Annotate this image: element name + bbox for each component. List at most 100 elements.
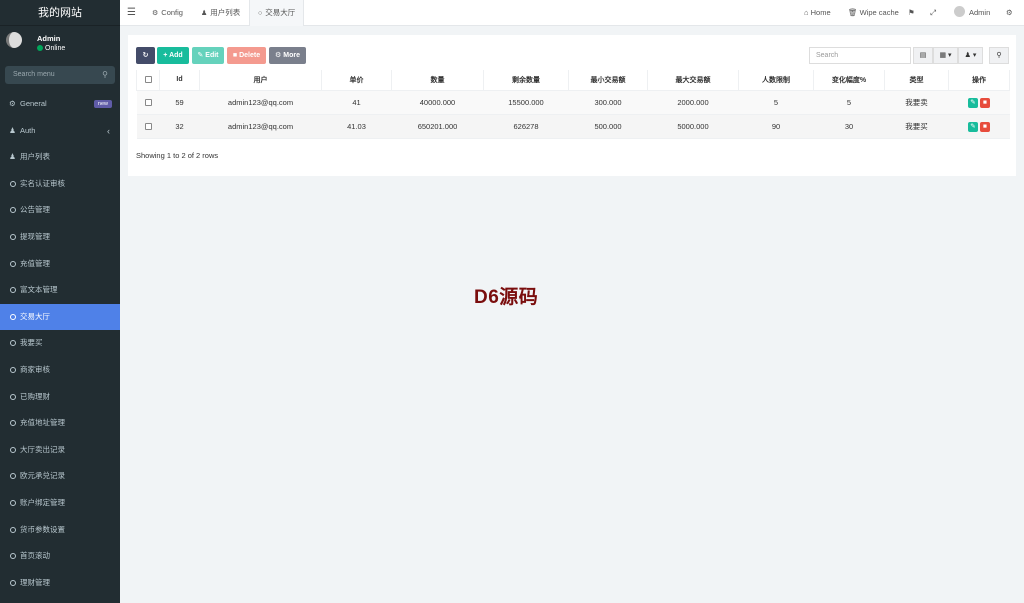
- toggle-view-button[interactable]: ▤: [913, 47, 933, 64]
- table-row[interactable]: 59 admin123@qq.com 41 40000.000 15500.00…: [136, 90, 1010, 115]
- sidebar-item-trade-hall[interactable]: 交易大厅: [0, 303, 120, 331]
- column-header-user[interactable]: 用户: [199, 70, 322, 91]
- sidebar-item-buy[interactable]: 我要买: [0, 330, 120, 357]
- menu-search-input[interactable]: Search menu ⚲: [5, 66, 115, 84]
- circle-icon: [9, 233, 16, 240]
- sidebar-item-label: 提现管理: [20, 231, 50, 241]
- menu-toggle-icon[interactable]: ☰: [127, 0, 136, 26]
- sidebar-item-finance-manage[interactable]: 理财管理: [0, 570, 120, 597]
- gear-icon: ⚙: [275, 52, 282, 59]
- delete-label: Delete: [239, 52, 261, 59]
- sidebar-item-purchased-finance[interactable]: 已购理财: [0, 384, 120, 411]
- top-navbar: ☰ ⚙ Config ♟ 用户列表 ○ 交易大厅 ⌂ Home 🗑 Wipe cach…: [120, 0, 1024, 26]
- cogs-icon: ⚙: [9, 99, 16, 108]
- column-header-people-limit[interactable]: 人数限制: [738, 70, 814, 91]
- column-header-quantity[interactable]: 数量: [391, 70, 484, 91]
- sidebar-item-richtext[interactable]: 富文本管理: [0, 277, 120, 304]
- trash-icon: 🗑: [848, 8, 858, 17]
- column-header-min-amount[interactable]: 最小交易额: [568, 70, 648, 91]
- watermark: D6源码: [474, 287, 539, 308]
- row-checkbox[interactable]: [144, 99, 152, 107]
- sidebar-item-hall-sell-records[interactable]: 大厅卖出记录: [0, 437, 120, 464]
- more-label: More: [283, 52, 300, 59]
- wipe-cache-button[interactable]: 🗑 Wipe cache: [848, 0, 899, 26]
- avatar: [6, 32, 22, 48]
- language-icon[interactable]: ⚑: [908, 0, 915, 26]
- circle-icon: [9, 446, 16, 453]
- user-status: Online: [37, 45, 65, 52]
- row-checkbox[interactable]: [144, 123, 152, 131]
- sidebar-item-verify[interactable]: 实名认证审核: [0, 171, 120, 198]
- trash-icon: ■: [232, 52, 238, 59]
- sidebar-item-general[interactable]: ⚙ General new: [0, 91, 120, 118]
- circle-icon: [9, 553, 16, 560]
- search-icon: ⚲: [102, 70, 108, 79]
- tab-user-list[interactable]: ♟ 用户列表: [193, 0, 248, 26]
- sidebar-item-label: 已购理财: [20, 391, 50, 401]
- row-delete-button[interactable]: ■: [980, 97, 990, 108]
- columns-dropdown[interactable]: ▦ ▾: [933, 47, 958, 64]
- row-edit-button[interactable]: ✎: [968, 121, 978, 132]
- sidebar-item-auth[interactable]: ♟ Auth ‹: [0, 118, 120, 145]
- user-panel: Admin Online: [0, 26, 120, 64]
- sidebar-item-notice[interactable]: 公告管理: [0, 197, 120, 224]
- cell-type[interactable]: 我要买: [884, 114, 949, 139]
- refresh-button[interactable]: ↻: [136, 47, 155, 64]
- advanced-search-button[interactable]: ⚲: [989, 47, 1009, 64]
- cell-max-amount: 5000.000: [647, 114, 739, 139]
- row-edit-button[interactable]: ✎: [968, 97, 978, 108]
- tab-config[interactable]: ⚙ Config: [144, 0, 191, 26]
- pagination-info: Showing 1 to 2 of 2 rows: [136, 151, 219, 160]
- sidebar-item-label: 充值地址管理: [20, 418, 65, 428]
- column-header-remaining[interactable]: 剩余数量: [483, 70, 569, 91]
- sidebar-item-label: 交易大厅: [20, 311, 50, 321]
- row-delete-button[interactable]: ■: [980, 121, 990, 132]
- user-icon: ♟: [964, 52, 971, 59]
- cell-type[interactable]: 我要卖: [884, 90, 949, 115]
- circle-icon: [9, 313, 16, 320]
- more-button[interactable]: ⚙ More: [269, 47, 306, 64]
- users-icon: ♟: [9, 125, 16, 135]
- sidebar-item-withdraw[interactable]: 提现管理: [0, 224, 120, 251]
- cell-min-amount: 300.000: [568, 90, 648, 115]
- column-header-type[interactable]: 类型: [884, 70, 949, 91]
- column-header-max-amount[interactable]: 最大交易额: [647, 70, 739, 91]
- sidebar-item-label: Auth: [20, 125, 36, 135]
- cogs-icon[interactable]: ⚙: [1006, 0, 1013, 26]
- export-dropdown[interactable]: ♟ ▾: [958, 47, 983, 64]
- table-row[interactable]: 32 admin123@qq.com 41.03 650201.000 6262…: [136, 114, 1010, 139]
- column-header-price[interactable]: 单价: [321, 70, 392, 91]
- fullscreen-icon[interactable]: ⤢: [930, 0, 936, 26]
- home-icon: ⌂: [804, 8, 809, 17]
- circle-icon: [9, 207, 16, 214]
- admin-user-menu[interactable]: Admin: [954, 0, 990, 26]
- sidebar-item-currency-settings[interactable]: 货币参数设置: [0, 517, 120, 544]
- cell-price: 41.03: [321, 114, 392, 139]
- table-search-input[interactable]: Search: [809, 47, 911, 64]
- sidebar-item-label: 欧元承兑记录: [20, 471, 65, 481]
- column-header-id[interactable]: Id: [159, 70, 200, 91]
- sidebar-item-euro-records[interactable]: 欧元承兑记录: [0, 463, 120, 490]
- home-link[interactable]: ⌂ Home: [804, 0, 831, 26]
- edit-button[interactable]: ✎ Edit: [192, 47, 224, 64]
- select-all-checkbox[interactable]: [144, 76, 152, 84]
- circle-icon: [9, 499, 16, 506]
- sidebar-item-home-scroll[interactable]: 首页滚动: [0, 543, 120, 570]
- circle-icon: [9, 420, 16, 427]
- user-name: Admin: [37, 34, 61, 43]
- chevron-left-icon: ‹: [107, 125, 110, 136]
- site-logo[interactable]: 我的网站: [0, 0, 120, 26]
- delete-button[interactable]: ■ Delete: [227, 47, 266, 64]
- tab-trade-hall[interactable]: ○ 交易大厅: [249, 0, 305, 26]
- cell-remaining: 626278: [483, 114, 569, 139]
- sidebar-item-merchant-review[interactable]: 商家审核: [0, 357, 120, 384]
- add-button[interactable]: + Add: [157, 47, 189, 64]
- online-dot-icon: [37, 45, 43, 51]
- sidebar-item-recharge[interactable]: 充值管理: [0, 251, 120, 278]
- sidebar-item-recharge-address[interactable]: 充值地址管理: [0, 410, 120, 437]
- column-header-change-pct[interactable]: 变化幅度%: [813, 70, 885, 91]
- caret-down-icon: ▾: [948, 52, 952, 59]
- sidebar-item-account-binding[interactable]: 账户绑定管理: [0, 490, 120, 517]
- cell-max-amount: 2000.000: [647, 90, 739, 115]
- sidebar-item-user-list[interactable]: ♟ 用户列表: [0, 144, 120, 171]
